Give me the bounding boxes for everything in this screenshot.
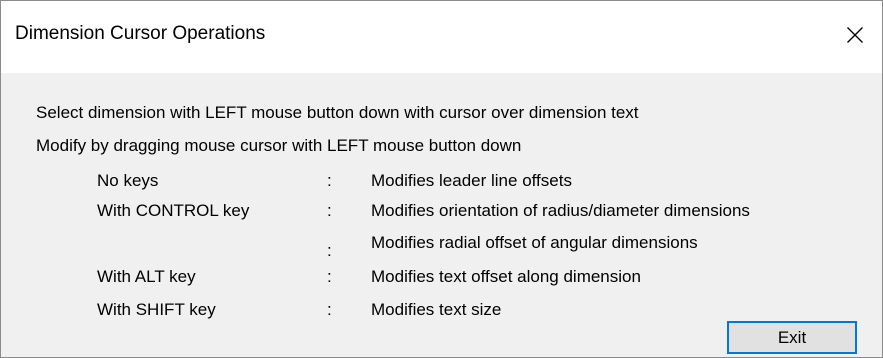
exit-button[interactable]: Exit [727,321,857,354]
window-title: Dimension Cursor Operations [15,23,266,44]
operation-row: With CONTROL key : Modifies orientation … [1,201,882,227]
instruction-modify: Modify by dragging mouse cursor with LEF… [36,136,522,155]
operation-description: Modifies text offset along dimension [371,267,641,286]
operation-key: With SHIFT key [97,300,216,319]
instruction-select: Select dimension with LEFT mouse button … [36,103,639,122]
operation-description: Modifies radial offset of angular dimens… [371,233,698,252]
operation-description: Modifies text size [371,300,502,319]
operation-separator: : [327,300,332,319]
dialog-content: Select dimension with LEFT mouse button … [1,73,882,357]
close-button[interactable] [834,15,876,55]
operation-key: No keys [97,171,159,190]
operation-separator: : [327,171,332,190]
operation-description: Modifies orientation of radius/diameter … [371,201,750,220]
title-bar[interactable]: Dimension Cursor Operations [1,1,882,73]
operation-row: With ALT key : Modifies text offset alon… [1,267,882,293]
operation-row: : Modifies radial offset of angular dime… [1,233,882,260]
operation-key: With ALT key [97,267,196,286]
operation-separator: : [327,241,332,260]
operation-description: Modifies leader line offsets [371,171,572,190]
operation-separator: : [327,201,332,220]
dimension-cursor-operations-dialog: Dimension Cursor Operations Select dimen… [0,0,883,358]
close-icon [847,27,863,43]
operation-separator: : [327,267,332,286]
operation-row: No keys : Modifies leader line offsets [1,171,882,197]
operation-key: With CONTROL key [97,201,250,220]
